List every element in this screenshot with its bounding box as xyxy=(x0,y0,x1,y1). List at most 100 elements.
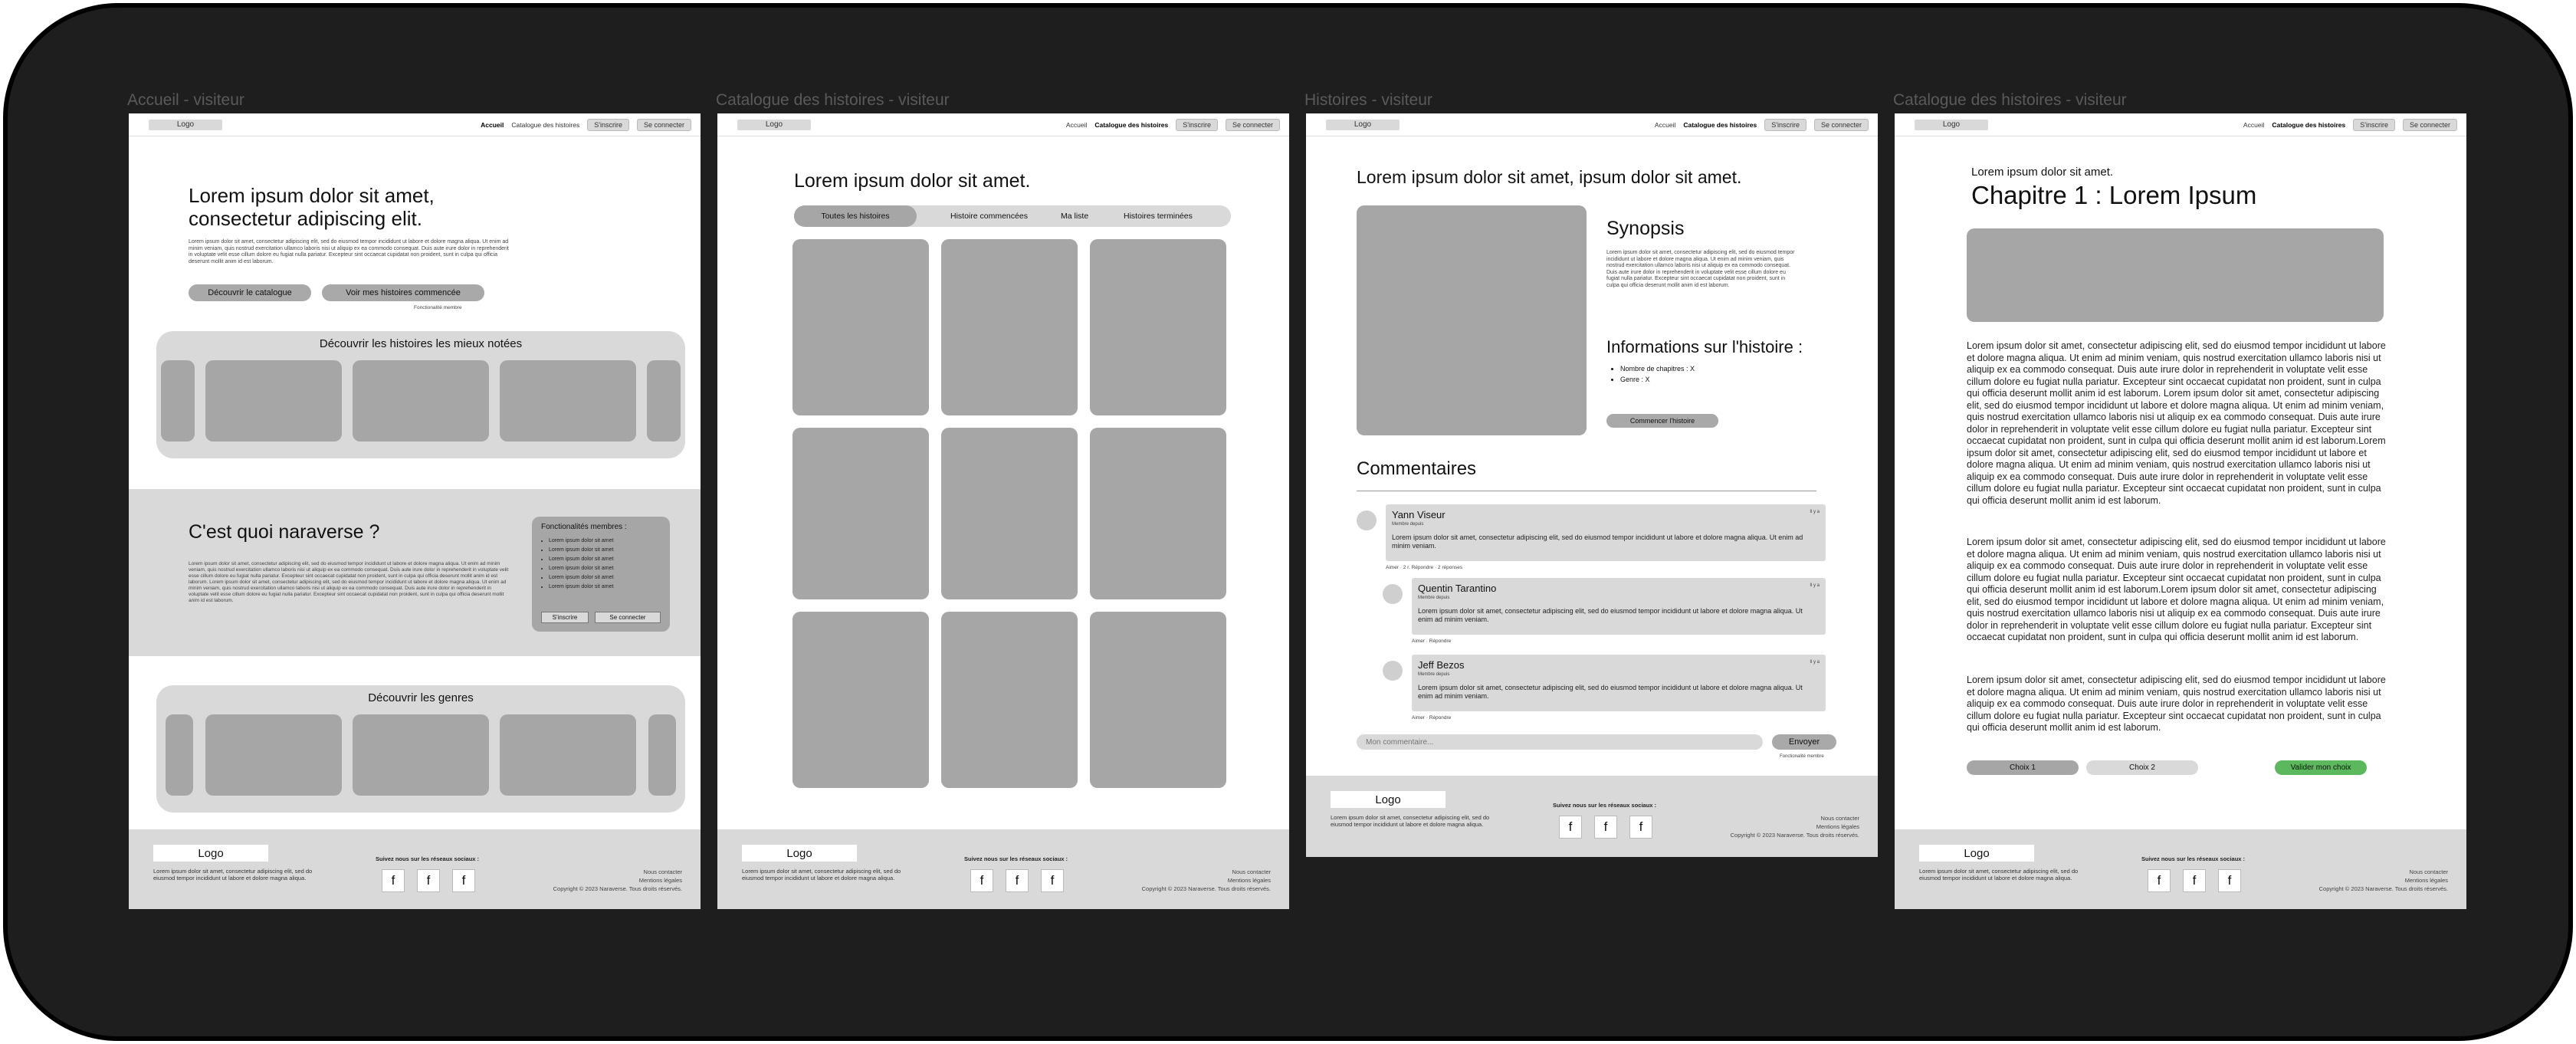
nav-logo[interactable]: Logo xyxy=(1915,119,1988,130)
carousel-card[interactable] xyxy=(205,360,342,442)
facebook-icon[interactable]: f xyxy=(417,869,440,892)
feature-item: Lorem ipsum dolor sit amet xyxy=(549,564,613,573)
choice-2-button[interactable]: Choix 2 xyxy=(2086,760,2198,775)
nav-signup-button[interactable]: S'inscrire xyxy=(587,118,629,131)
facebook-icon[interactable]: f xyxy=(1594,816,1617,839)
frame-label-chapitre: Catalogue des histoires - visiteur xyxy=(1893,91,2127,109)
footer-social-title: Suivez nous sur les réseaux sociaux : xyxy=(2141,855,2246,862)
comment-author-meta: Membre depuis xyxy=(1392,522,1424,527)
feature-item: Lorem ipsum dolor sit amet xyxy=(549,546,613,555)
facebook-icon[interactable]: f xyxy=(1006,869,1029,892)
my-stories-button[interactable]: Voir mes histoires commencée xyxy=(322,284,484,301)
tab-started-stories[interactable]: Histoire commencées xyxy=(950,212,1028,221)
nav-login-button[interactable]: Se connecter xyxy=(636,118,691,131)
choice-1-button[interactable]: Choix 1 xyxy=(1967,760,2079,775)
footer-links: Nous contacter Mentions légales Copyrigh… xyxy=(553,868,682,893)
comment-actions[interactable]: Aimer · 2 r. Répondre · 2 réponses xyxy=(1386,564,1462,571)
footer-contact-link[interactable]: Nous contacter xyxy=(2319,868,2448,876)
facebook-icon[interactable]: f xyxy=(452,869,475,892)
send-comment-button[interactable]: Envoyer xyxy=(1772,734,1836,750)
genre-card[interactable] xyxy=(205,714,342,796)
hero-body: Lorem ipsum dolor sit amet, consectetur … xyxy=(189,239,509,264)
carousel-card-partial[interactable] xyxy=(647,360,681,442)
nav-link-accueil[interactable]: Accueil xyxy=(481,121,504,129)
nav-login-button[interactable]: Se connecter xyxy=(2402,118,2457,131)
facebook-icon[interactable]: f xyxy=(382,869,405,892)
nav-signup-button[interactable]: S'inscrire xyxy=(1176,118,1218,131)
carousel-card[interactable] xyxy=(500,360,636,442)
comment-author[interactable]: Jeff Bezos xyxy=(1418,659,1464,671)
tab-all-stories[interactable]: Toutes les histoires xyxy=(794,205,917,227)
nav-link-accueil[interactable]: Accueil xyxy=(1655,121,1675,129)
start-story-button[interactable]: Commencer l'histoire xyxy=(1606,414,1718,428)
comment-actions[interactable]: Aimer · Répondre xyxy=(1412,714,1451,721)
footer-legal-link[interactable]: Mentions légales xyxy=(1731,822,1859,831)
nav-signup-button[interactable]: S'inscrire xyxy=(1764,118,1806,131)
nav-link-catalogue[interactable]: Catalogue des histoires xyxy=(1094,121,1168,129)
footer-logo[interactable]: Logo xyxy=(1331,791,1446,808)
story-card[interactable] xyxy=(792,612,929,788)
nav-login-button[interactable]: Se connecter xyxy=(1225,118,1280,131)
story-card[interactable] xyxy=(941,612,1078,788)
comment-author[interactable]: Yann Viseur xyxy=(1392,509,1446,520)
story-card[interactable] xyxy=(941,428,1078,599)
nav-link-catalogue[interactable]: Catalogue des histoires xyxy=(2272,121,2345,129)
tab-finished-stories[interactable]: Histoires terminées xyxy=(1124,212,1193,221)
info-item-chapters: Nombre de chapitres : X xyxy=(1620,363,1695,374)
facebook-icon[interactable]: f xyxy=(2148,869,2171,892)
carousel-card[interactable] xyxy=(353,360,489,442)
carousel-card-partial[interactable] xyxy=(161,360,195,442)
nav-signup-button[interactable]: S'inscrire xyxy=(2353,118,2395,131)
frame-label-catalogue: Catalogue des histoires - visiteur xyxy=(716,91,950,109)
footer-logo[interactable]: Logo xyxy=(153,845,268,862)
story-card[interactable] xyxy=(792,428,929,599)
chapter-story-title: Lorem ipsum dolor sit amet. xyxy=(1971,166,2114,179)
validate-choice-button[interactable]: Valider mon choix xyxy=(2275,760,2367,775)
nav-link-accueil[interactable]: Accueil xyxy=(2243,121,2264,129)
tab-my-list[interactable]: Ma liste xyxy=(1061,212,1088,221)
comment-text: Lorem ipsum dolor sit amet, consectetur … xyxy=(1418,684,1803,700)
footer-contact-link[interactable]: Nous contacter xyxy=(1731,814,1859,822)
story-card[interactable] xyxy=(1090,612,1226,788)
genre-card-partial[interactable] xyxy=(166,714,193,796)
facebook-icon[interactable]: f xyxy=(2183,869,2206,892)
nav-link-accueil[interactable]: Accueil xyxy=(1066,121,1087,129)
footer-copyright: Copyright © 2023 Naraverse. Tous droits … xyxy=(1730,832,1859,839)
comment-input[interactable] xyxy=(1357,734,1763,750)
facebook-icon[interactable]: f xyxy=(1629,816,1652,839)
about-login-button[interactable]: Se connecter xyxy=(595,612,661,623)
discover-catalogue-button[interactable]: Découvrir le catalogue xyxy=(189,284,311,301)
footer-legal-link[interactable]: Mentions légales xyxy=(2319,876,2448,885)
footer-copyright: Copyright © 2023 Naraverse. Tous droits … xyxy=(1141,885,1271,892)
facebook-icon[interactable]: f xyxy=(970,869,993,892)
nav-link-catalogue[interactable]: Catalogue des histoires xyxy=(511,121,579,129)
footer-legal-link[interactable]: Mentions légales xyxy=(1142,876,1271,885)
facebook-icon[interactable]: f xyxy=(2218,869,2241,892)
nav-logo[interactable]: Logo xyxy=(737,119,811,130)
genre-card[interactable] xyxy=(353,714,489,796)
story-card[interactable] xyxy=(1090,239,1226,415)
genre-card[interactable] xyxy=(500,714,636,796)
footer-contact-link[interactable]: Nous contacter xyxy=(1142,868,1271,876)
nav-login-button[interactable]: Se connecter xyxy=(1813,118,1869,131)
comment-author[interactable]: Quentin Tarantino xyxy=(1418,583,1496,594)
story-card[interactable] xyxy=(792,239,929,415)
design-canvas: Accueil - visiteur Logo Accueil Catalogu… xyxy=(3,3,2573,1041)
navbar: Logo Accueil Catalogue des histoires S'i… xyxy=(1895,113,2466,136)
footer-contact-link[interactable]: Nous contacter xyxy=(553,868,682,876)
comment-actions[interactable]: Aimer · Répondre xyxy=(1412,638,1451,645)
nav-logo[interactable]: Logo xyxy=(149,119,222,130)
facebook-icon[interactable]: f xyxy=(1041,869,1064,892)
footer-logo[interactable]: Logo xyxy=(742,845,857,862)
hero-title: Lorem ipsum dolor sit amet, consectetur … xyxy=(189,184,435,230)
facebook-icon[interactable]: f xyxy=(1559,816,1582,839)
nav-link-catalogue[interactable]: Catalogue des histoires xyxy=(1683,121,1757,129)
about-signup-button[interactable]: S'inscrire xyxy=(541,612,589,623)
story-card[interactable] xyxy=(941,239,1078,415)
footer-legal-link[interactable]: Mentions légales xyxy=(553,876,682,885)
story-card[interactable] xyxy=(1090,428,1226,599)
footer-logo[interactable]: Logo xyxy=(1919,845,2034,862)
chapter-title: Chapitre 1 : Lorem Ipsum xyxy=(1971,181,2257,209)
genre-card-partial[interactable] xyxy=(648,714,676,796)
nav-logo[interactable]: Logo xyxy=(1326,119,1400,130)
